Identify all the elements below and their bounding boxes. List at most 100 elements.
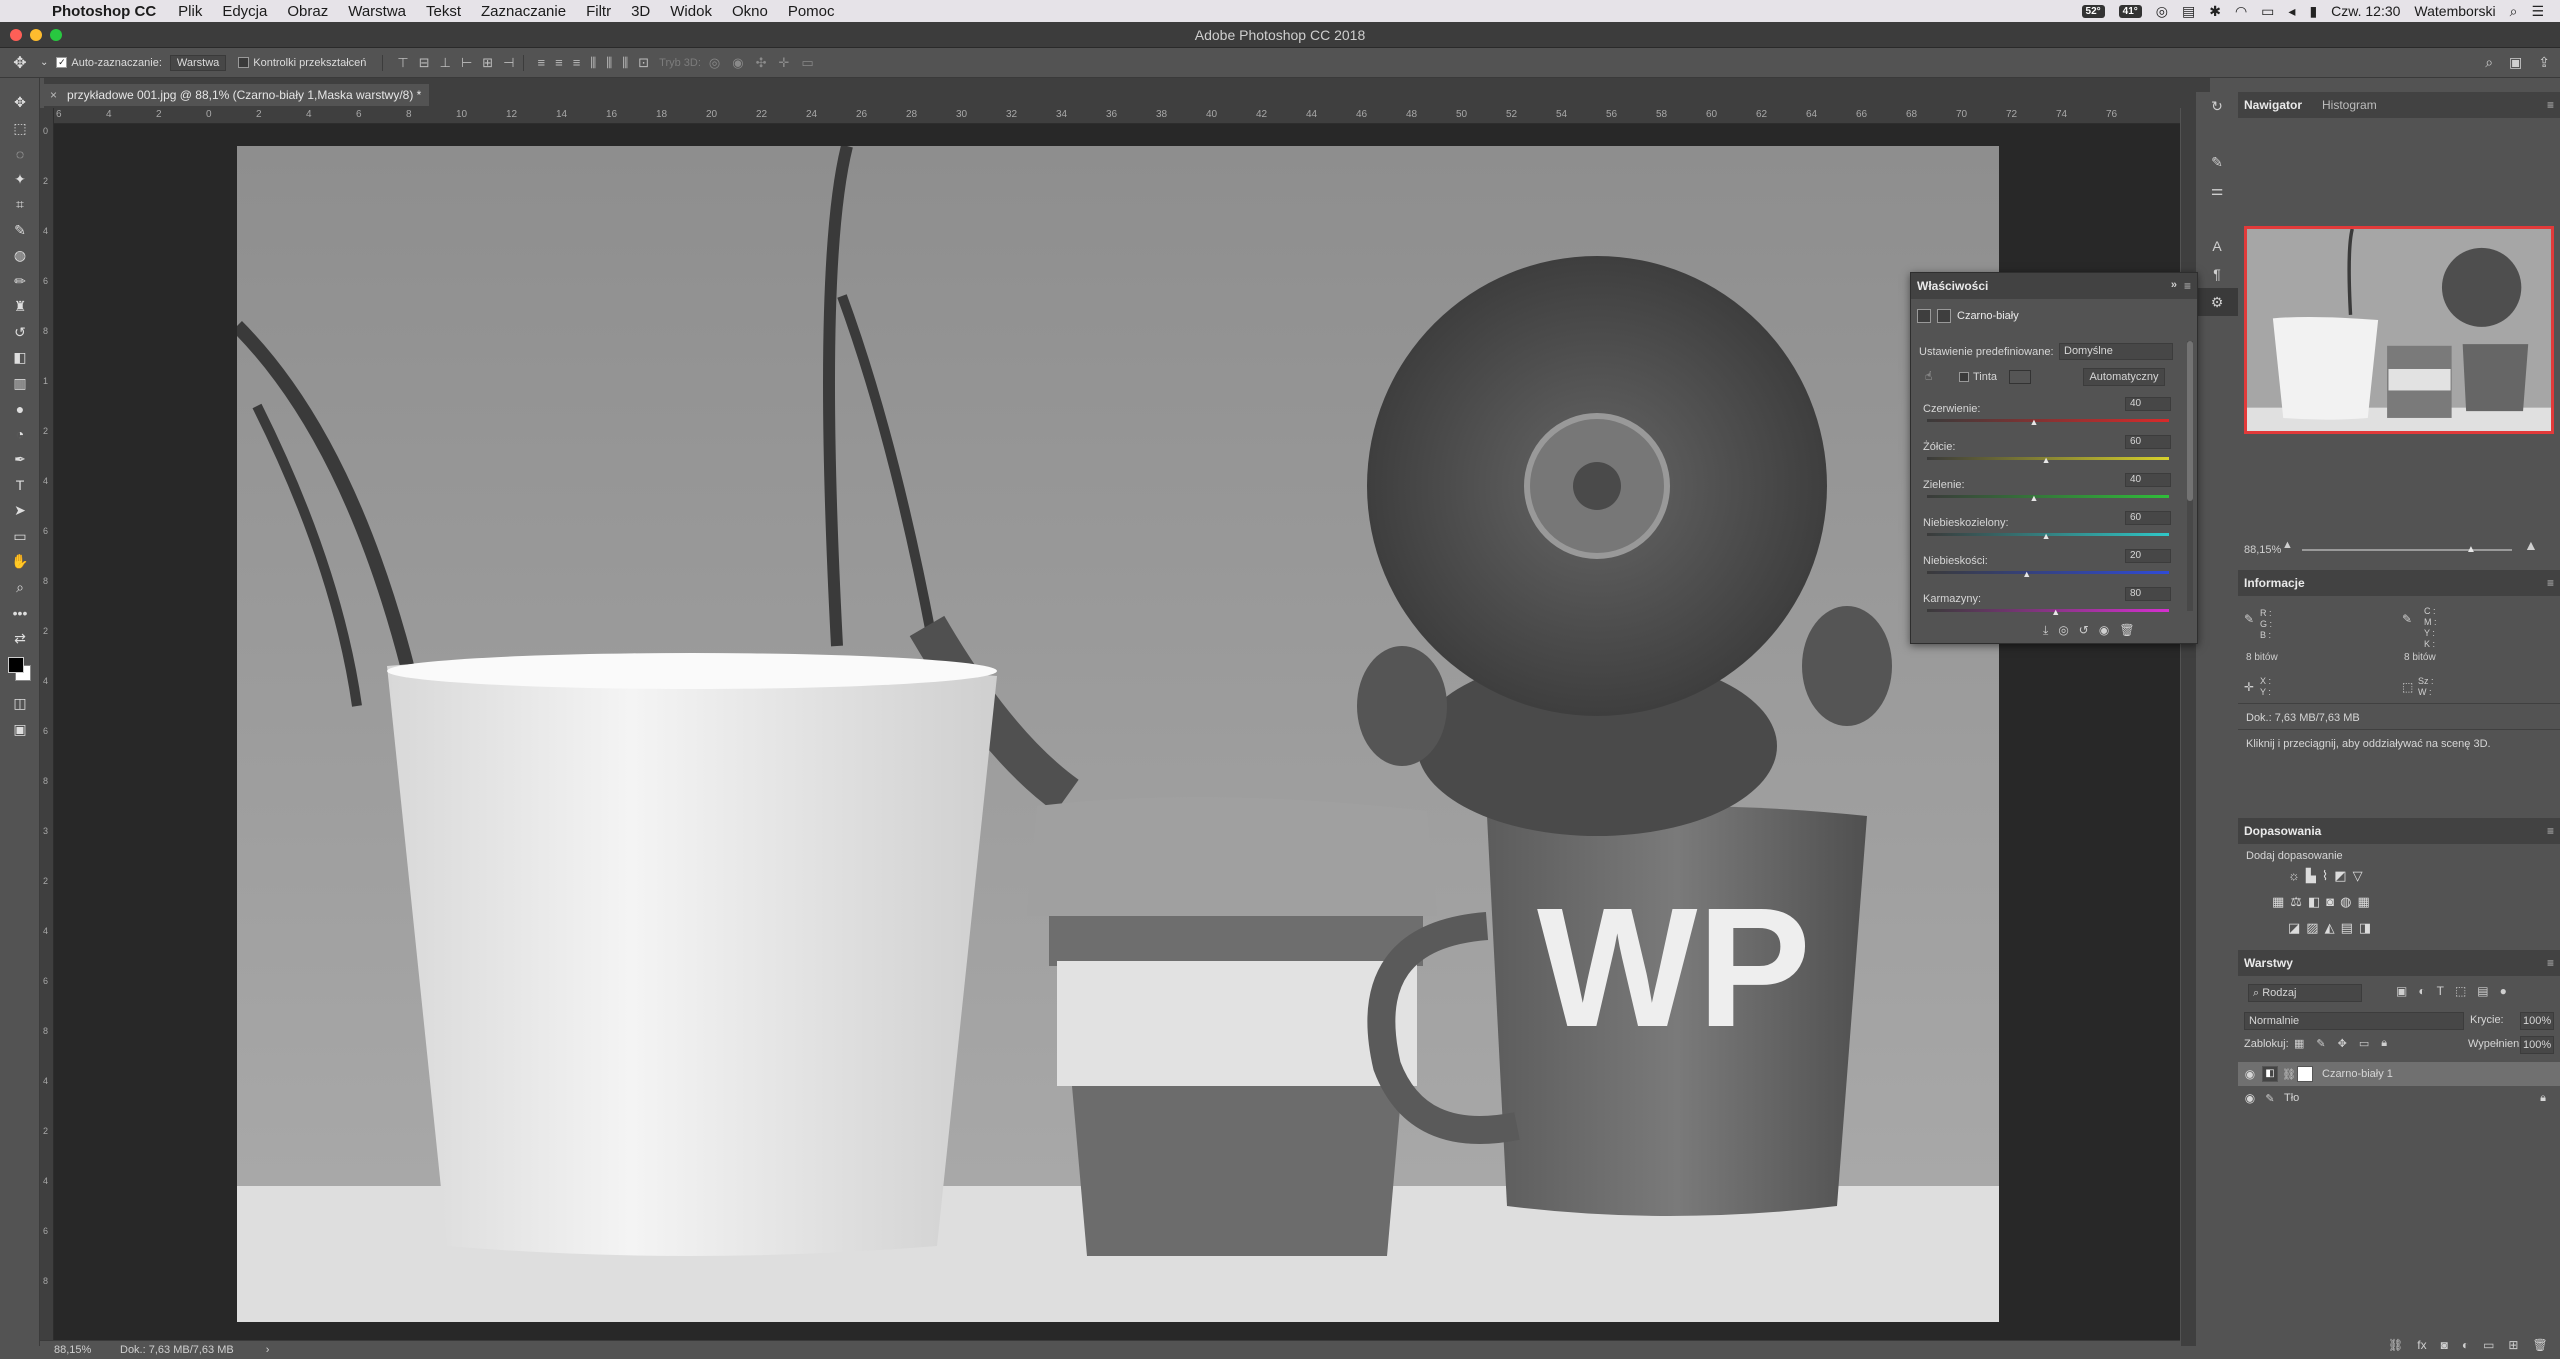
horizontal-ruler[interactable]: 6 4 2 0 2 4 6 8 10 12 14 16 18 20 22 24 26 28 30 32 34 36 38 40… bbox=[54, 108, 2180, 124]
move-tool-preset-icon[interactable]: ✥ bbox=[0, 53, 40, 73]
gradient-map-icon[interactable]: ▤ bbox=[2341, 920, 2353, 936]
blend-mode-select[interactable]: Normalnie bbox=[2244, 1012, 2464, 1030]
add-mask-icon[interactable]: ◙ bbox=[2441, 1338, 2448, 1352]
distribute-top-icon[interactable]: ≡ bbox=[538, 55, 546, 71]
lock-all-icon[interactable]: 🔒︎ bbox=[2381, 1037, 2387, 1050]
dodge-tool-icon[interactable]: ◔ bbox=[0, 422, 40, 448]
history-panel-icon[interactable]: ↻ bbox=[2196, 92, 2238, 120]
auto-select-checkbox[interactable]: ✓ Auto-zaznaczanie: bbox=[56, 57, 162, 69]
menu-tekst[interactable]: Tekst bbox=[426, 3, 461, 20]
tint-checkbox[interactable]: Tinta bbox=[1959, 370, 2032, 384]
bluetooth-icon[interactable]: ✱ bbox=[2209, 3, 2221, 20]
link-layers-icon[interactable]: ⛓︎ bbox=[2388, 1338, 2403, 1352]
slider-knob-icon[interactable]: ▲ bbox=[2042, 531, 2051, 541]
delete-layer-icon[interactable]: 🗑︎ bbox=[2532, 1338, 2547, 1352]
adjustments-title[interactable]: Dopasowania bbox=[2244, 824, 2321, 838]
posterize-icon[interactable]: ▨ bbox=[2306, 920, 2318, 936]
volume-icon[interactable]: ◂ bbox=[2288, 3, 2295, 20]
status-menu-arrow[interactable]: › bbox=[266, 1344, 270, 1356]
blur-tool-icon[interactable]: ● bbox=[0, 396, 40, 422]
color-balance-icon[interactable]: ⚖ bbox=[2290, 894, 2302, 910]
type-tool-icon[interactable]: T bbox=[0, 473, 40, 499]
window-manager-icon[interactable]: ▤ bbox=[2182, 3, 2195, 20]
menu-widok[interactable]: Widok bbox=[670, 3, 712, 20]
slider-track[interactable] bbox=[1927, 571, 2169, 574]
color-slider[interactable]: Czerwienie: 40 ▲ bbox=[1923, 397, 2171, 427]
lasso-tool-icon[interactable]: ◌ bbox=[0, 141, 40, 167]
panel-menu-icon[interactable]: ≡ bbox=[2184, 279, 2191, 293]
clock[interactable]: Czw. 12:30 bbox=[2331, 3, 2400, 19]
color-slider[interactable]: Niebieskozielony: 60 ▲ bbox=[1923, 511, 2171, 541]
transform-controls-checkbox[interactable]: Kontrolki przekształceń bbox=[238, 57, 366, 69]
notification-center-icon[interactable]: ☰ bbox=[2531, 3, 2544, 20]
character-panel-icon[interactable]: A bbox=[2196, 232, 2238, 260]
cpu-temp-badge[interactable]: 52° bbox=[2081, 4, 2105, 18]
color-slider[interactable]: Karmazyny: 80 ▲ bbox=[1923, 587, 2171, 617]
eraser-tool-icon[interactable]: ◧ bbox=[0, 345, 40, 371]
auto-align-icon[interactable]: ⊡ bbox=[638, 55, 649, 71]
slider-knob-icon[interactable]: ▲ bbox=[2029, 493, 2038, 503]
slider-knob-icon[interactable]: ▲ bbox=[2029, 417, 2038, 427]
visibility-eye-icon[interactable]: ◉ bbox=[2238, 1067, 2262, 1081]
user-name[interactable]: Watemborski bbox=[2414, 3, 2495, 19]
align-vcenter-icon[interactable]: ⊟ bbox=[419, 55, 430, 71]
preset-select[interactable]: Domyślne bbox=[2059, 343, 2173, 360]
panel-collapse-strip[interactable] bbox=[2181, 78, 2196, 1346]
color-slider[interactable]: Zielenie: 40 ▲ bbox=[1923, 473, 2171, 503]
slider-knob-icon[interactable]: ▲ bbox=[2042, 455, 2051, 465]
airplay-icon[interactable]: ▭ bbox=[2261, 3, 2274, 20]
more-tools-icon[interactable]: ••• bbox=[0, 600, 40, 626]
selective-color-icon[interactable]: ◨ bbox=[2359, 920, 2371, 936]
layers-filter-select[interactable]: ⌕ Rodzaj bbox=[2248, 984, 2362, 1002]
menu-warstwa[interactable]: Warstwa bbox=[348, 3, 406, 20]
slider-knob-icon[interactable]: ▲ bbox=[2051, 607, 2060, 617]
move-tool-icon[interactable]: ✥ bbox=[0, 90, 40, 116]
distribute-vcenter-icon[interactable]: ≡ bbox=[555, 55, 563, 71]
mask-properties-icon[interactable] bbox=[1937, 309, 1951, 323]
roll-3d-icon[interactable]: ◉ bbox=[732, 55, 743, 71]
toggle-visibility-icon[interactable]: ◉ bbox=[2099, 623, 2109, 638]
exposure-icon[interactable]: ◩ bbox=[2334, 868, 2346, 884]
menu-pomoc[interactable]: Pomoc bbox=[788, 3, 835, 20]
brush-tool-icon[interactable]: ✏ bbox=[0, 269, 40, 295]
vertical-ruler[interactable]: 0 2 4 6 8 1 2 4 6 8 2 4 6 8 3 2 4 6 8 4 2 4 6 8 bbox=[40, 108, 54, 1340]
slider-value-input[interactable]: 40 bbox=[2125, 473, 2171, 487]
color-slider[interactable]: Żółcie: 60 ▲ bbox=[1923, 435, 2171, 465]
minimize-window-button[interactable] bbox=[30, 29, 42, 41]
scale-3d-icon[interactable]: ▭ bbox=[801, 55, 813, 71]
invert-icon[interactable]: ◪ bbox=[2288, 920, 2300, 936]
slider-track[interactable] bbox=[1927, 609, 2169, 612]
new-group-icon[interactable]: ▭ bbox=[2483, 1338, 2494, 1352]
slider-value-input[interactable]: 60 bbox=[2125, 511, 2171, 525]
color-slider[interactable]: Niebieskości: 20 ▲ bbox=[1923, 549, 2171, 579]
info-title[interactable]: Informacje bbox=[2244, 576, 2305, 590]
panel-menu-icon[interactable]: ≡ bbox=[2547, 98, 2554, 112]
tint-color-swatch[interactable] bbox=[2009, 370, 2032, 384]
distribute-left-icon[interactable]: ⫼ bbox=[590, 55, 596, 71]
color-lookup-icon[interactable]: ▦ bbox=[2357, 894, 2369, 910]
menu-obraz[interactable]: Obraz bbox=[287, 3, 328, 20]
filter-shape-icon[interactable]: ⬚ bbox=[2455, 984, 2466, 998]
clone-stamp-tool-icon[interactable]: ♜ bbox=[0, 294, 40, 320]
align-top-icon[interactable]: ⊤ bbox=[397, 55, 408, 71]
slider-value-input[interactable]: 80 bbox=[2125, 587, 2171, 601]
visibility-eye-icon[interactable]: ◉ bbox=[2238, 1091, 2262, 1105]
fill-input[interactable]: 100% bbox=[2520, 1036, 2554, 1054]
zoom-in-icon[interactable]: ▲ bbox=[2524, 537, 2538, 553]
threshold-icon[interactable]: ◭ bbox=[2325, 920, 2335, 936]
eyedropper-icon[interactable]: ✎ bbox=[2244, 612, 2254, 626]
path-selection-tool-icon[interactable]: ➤ bbox=[0, 498, 40, 524]
slider-track[interactable] bbox=[1927, 419, 2169, 422]
brush-settings-icon[interactable]: ✎ bbox=[2196, 148, 2238, 176]
filter-type-icon[interactable]: T bbox=[2437, 984, 2444, 998]
layer-mask-thumb[interactable] bbox=[2297, 1066, 2313, 1082]
navigator-zoom-slider[interactable]: ▲ bbox=[2302, 544, 2512, 555]
lock-transparent-icon[interactable]: ▦ bbox=[2294, 1037, 2304, 1050]
spotlight-icon[interactable]: ⌕ bbox=[2510, 3, 2518, 20]
lock-artboard-icon[interactable]: ▭ bbox=[2359, 1037, 2369, 1050]
eyedropper-icon[interactable]: ✎ bbox=[2402, 612, 2412, 626]
drag-3d-icon[interactable]: ✣ bbox=[756, 55, 767, 71]
photo-filter-icon[interactable]: ◙ bbox=[2326, 894, 2334, 910]
align-left-icon[interactable]: ⊢ bbox=[461, 55, 472, 71]
workspace-icon[interactable]: ▣ bbox=[2509, 54, 2522, 71]
